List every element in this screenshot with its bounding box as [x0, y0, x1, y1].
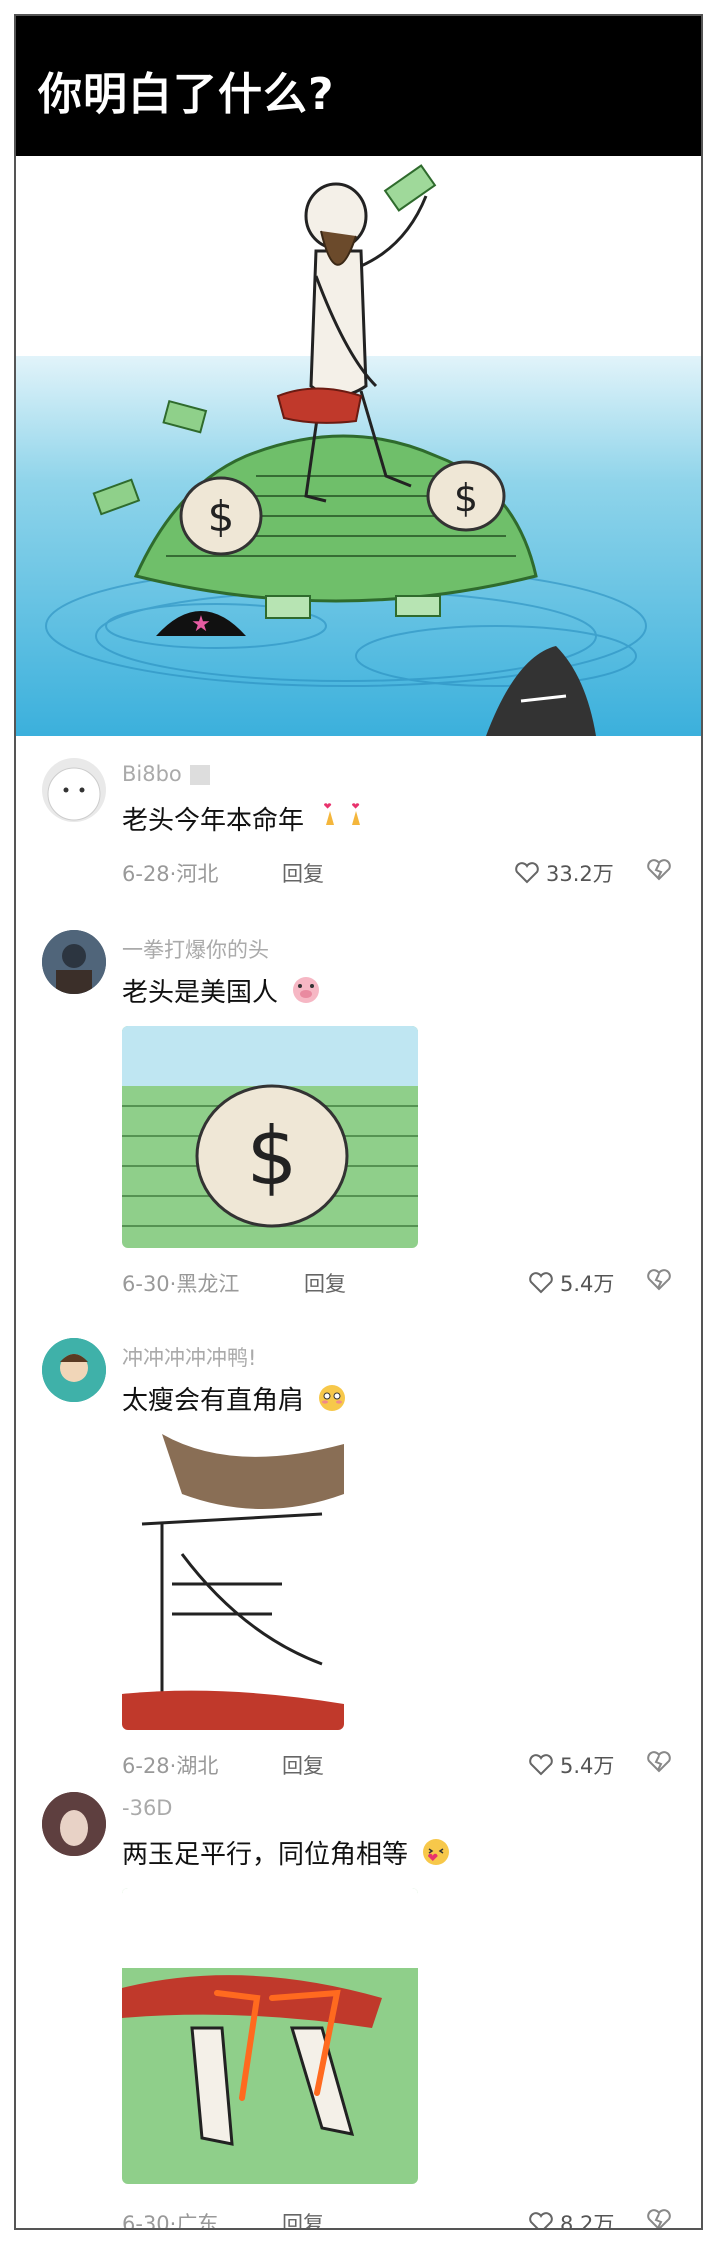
- broken-heart-icon: [647, 1269, 671, 1291]
- photo-avatar-icon: [42, 1792, 106, 1856]
- heart-outline-icon: [529, 2212, 553, 2228]
- username-text: Bi8bo: [122, 762, 182, 786]
- reply-button[interactable]: 回复: [282, 1750, 324, 1780]
- comment-meta: 6-28·河北: [122, 858, 218, 888]
- comment-region: 黑龙江: [176, 1272, 240, 1296]
- comment-text: 老头今年本命年: [122, 800, 372, 840]
- broken-heart-icon: [647, 1751, 671, 1773]
- title-bar: 你明白了什么?: [16, 16, 701, 156]
- dislike-button[interactable]: [646, 2208, 672, 2228]
- svg-text:★: ★: [191, 612, 211, 637]
- finger-heart-emoji-icon: [316, 803, 372, 840]
- like-button[interactable]: 5.4万: [528, 1750, 614, 1780]
- comment-text-content: 老头今年本命年: [122, 806, 305, 836]
- svg-text:$: $: [454, 476, 478, 520]
- badge-icon: [190, 765, 211, 785]
- reply-button[interactable]: 回复: [282, 858, 324, 888]
- pig-face-emoji-icon: [290, 975, 322, 1012]
- like-count: 8.2万: [560, 2212, 615, 2230]
- dislike-button[interactable]: [646, 858, 672, 886]
- shoulders-crop-illustration: [122, 1434, 344, 1730]
- like-button[interactable]: 8.2万: [528, 2208, 615, 2230]
- comment-meta: 6-30·广东: [122, 2208, 219, 2230]
- broken-heart-icon: [647, 2209, 671, 2228]
- ghost-avatar-icon: [47, 767, 101, 821]
- page-frame: 你明白了什么? $ $ ★ Bi8bo 老头今年本命年 6-28·河北 回复 3…: [14, 14, 703, 2230]
- like-count: 5.4万: [560, 1272, 615, 1296]
- svg-text:$: $: [247, 1110, 298, 1203]
- heart-outline-icon: [515, 862, 539, 884]
- comment-region: 河北: [176, 862, 219, 886]
- reply-button[interactable]: 回复: [304, 1268, 346, 1298]
- heart-outline-icon: [529, 1754, 553, 1776]
- comment-region: 湖北: [176, 1754, 219, 1778]
- username[interactable]: Bi8bo: [122, 762, 211, 786]
- money-bag-left: $: [179, 476, 263, 556]
- like-button[interactable]: 5.4万: [528, 1268, 614, 1298]
- comment-text-content: 太瘦会有直角肩: [122, 1386, 305, 1416]
- like-count: 5.4万: [560, 1754, 615, 1778]
- dislike-button[interactable]: [646, 1750, 672, 1778]
- username[interactable]: 冲冲冲冲冲鸭!: [122, 1342, 256, 1372]
- comment-region: 广东: [176, 2212, 219, 2230]
- money-bag-right: $: [426, 460, 506, 532]
- dislike-button[interactable]: [646, 1268, 672, 1296]
- hero-image[interactable]: $ $ ★: [16, 156, 701, 736]
- comment-text-content: 老头是美国人: [122, 978, 279, 1008]
- heart-outline-icon: [529, 1272, 553, 1294]
- comment-meta: 6-28·湖北: [122, 1750, 218, 1780]
- comment-text: 两玉足平行，同位角相等: [122, 1834, 452, 1874]
- comment-date: 6-28: [122, 1754, 170, 1778]
- kissing-heart-emoji-icon: [420, 1837, 452, 1874]
- flushed-face-emoji-icon: [316, 1383, 348, 1420]
- like-button[interactable]: 33.2万: [514, 858, 614, 888]
- broken-heart-icon: [647, 859, 671, 881]
- cartoon-illustration: $ $ ★: [16, 156, 701, 736]
- comment-text-content: 两玉足平行，同位角相等: [122, 1840, 409, 1870]
- comment-image[interactable]: [122, 1434, 344, 1730]
- photo-avatar-icon: [42, 1338, 106, 1402]
- page-title: 你明白了什么?: [38, 69, 335, 120]
- legs-crop-illustration: [122, 1888, 418, 2184]
- comment-meta: 6-30·黑龙江: [122, 1268, 239, 1298]
- comment-text: 太瘦会有直角肩: [122, 1380, 348, 1420]
- comment-date: 6-30: [122, 1272, 170, 1296]
- money-bag-crop-illustration: $: [122, 1026, 418, 1248]
- comment-date: 6-28: [122, 862, 170, 886]
- avatar[interactable]: [42, 1338, 106, 1402]
- svg-text:$: $: [208, 492, 235, 541]
- reply-button[interactable]: 回复: [282, 2208, 324, 2228]
- username[interactable]: -36D: [122, 1796, 172, 1820]
- comment-date: 6-30: [122, 2212, 170, 2230]
- comment-text: 老头是美国人: [122, 972, 322, 1012]
- avatar[interactable]: [42, 1792, 106, 1856]
- comment-image[interactable]: [122, 1888, 418, 2184]
- comment-image[interactable]: $: [122, 1026, 418, 1248]
- avatar[interactable]: [42, 930, 106, 994]
- photo-avatar-icon: [42, 930, 106, 994]
- avatar[interactable]: [42, 758, 106, 822]
- like-count: 33.2万: [546, 862, 614, 886]
- username[interactable]: 一拳打爆你的头: [122, 934, 269, 964]
